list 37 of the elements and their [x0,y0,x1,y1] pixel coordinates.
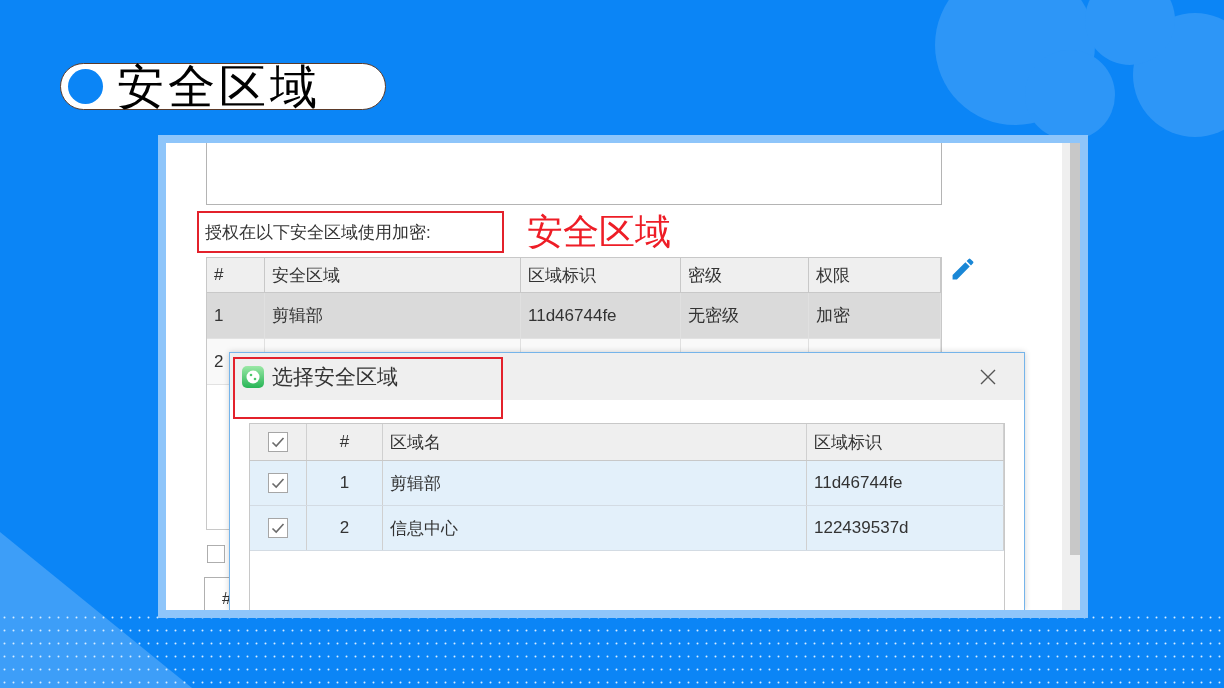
table-cell: 11d46744fe [521,293,681,338]
checkbox[interactable] [207,545,225,563]
table-row[interactable]: 1 剪辑部 11d46744fe [250,461,1004,506]
checkbox[interactable] [268,473,288,493]
table-cell: 1 [307,461,383,505]
checkbox[interactable] [268,432,288,452]
table-cell: 加密 [809,293,941,338]
checkbox[interactable] [268,518,288,538]
column-header: 权限 [809,258,941,292]
column-header: 密级 [681,258,809,292]
authorization-label: 授权在以下安全区域使用加密: [205,221,431,244]
column-header: 区域标识 [521,258,681,292]
column-header: # [307,424,383,460]
pencil-icon[interactable] [952,258,974,280]
table-cell: 剪辑部 [265,293,521,338]
column-header: 区域名 [383,424,807,460]
column-header: 区域标识 [807,424,1004,460]
table-cell: 信息中心 [383,506,807,550]
table-row[interactable]: 2 信息中心 122439537d [250,506,1004,551]
scrollbar-thumb[interactable] [1070,143,1080,555]
close-icon [980,368,996,385]
table-cell: 2 [307,506,383,550]
close-button[interactable] [980,368,996,385]
table-cell: 剪辑部 [383,461,807,505]
column-header: 安全区域 [265,258,521,292]
text-area-field[interactable] [206,143,942,205]
circle-icon [68,69,103,104]
table-row[interactable]: 1 剪辑部 11d46744fe 无密级 加密 [207,293,941,339]
annotation-text: 安全区域 [527,212,671,252]
table-cell: 122439537d [807,506,1004,550]
app-icon [242,365,264,388]
dialog-title: 选择安全区域 [272,363,398,390]
table-cell: 11d46744fe [807,461,1004,505]
table-cell: 1 [207,293,265,338]
title-text: 安全区域 [117,64,321,109]
table-cell: 无密级 [681,293,809,338]
column-header: # [207,258,265,292]
